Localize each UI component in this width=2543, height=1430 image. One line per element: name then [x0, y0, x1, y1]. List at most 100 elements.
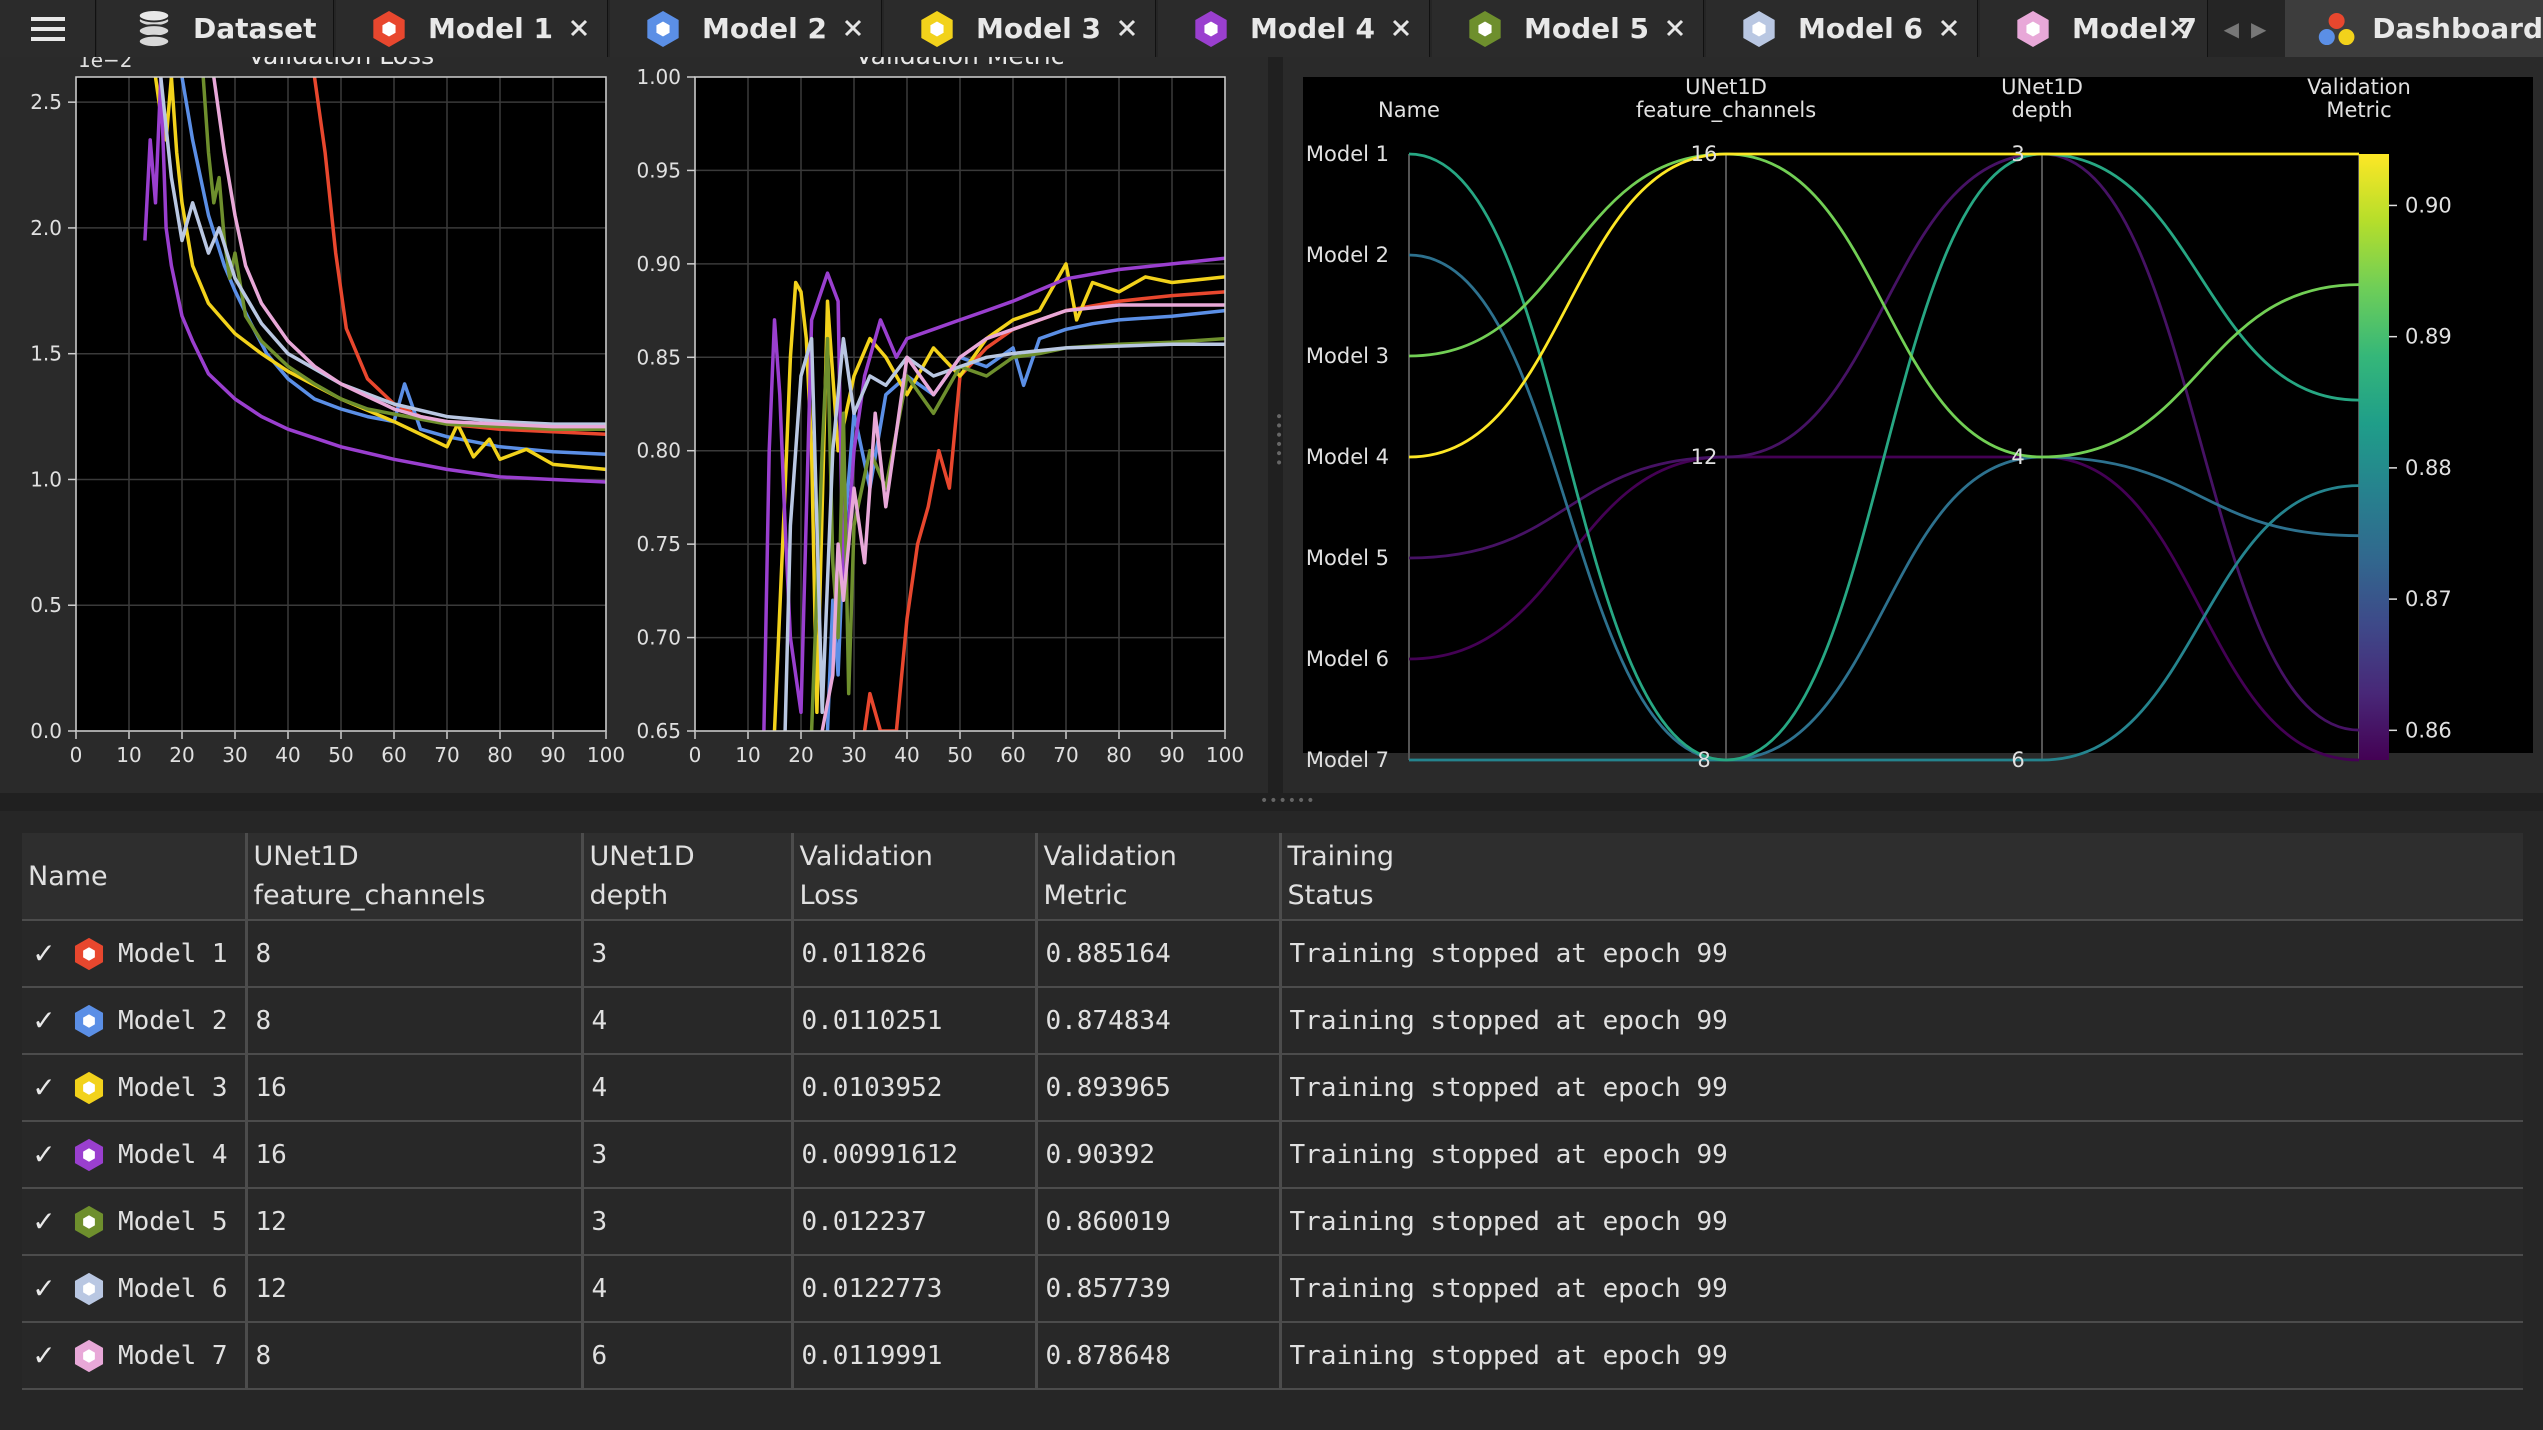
name-cell[interactable]: ✓ Model 6: [22, 1255, 248, 1323]
column-header[interactable]: Training Status: [1280, 833, 2523, 921]
name-cell[interactable]: ✓ Model 7: [22, 1322, 248, 1390]
axis-title: Metric: [2326, 98, 2391, 122]
tab-dashboard[interactable]: Dashboard: [2285, 0, 2543, 57]
tab-model-4[interactable]: Model 4: [1158, 0, 1430, 57]
hexagon-icon: [373, 10, 405, 47]
table-row[interactable]: ✓ Model 4 16 3 0.00991612 0.90392 Training sto…: [22, 1121, 2523, 1189]
hexagon-icon: [74, 1138, 104, 1171]
visibility-checkbox[interactable]: ✓: [22, 1071, 66, 1104]
column-header[interactable]: UNet1D feature_channels: [246, 833, 584, 921]
depth-cell: 4: [582, 987, 794, 1055]
close-icon[interactable]: [837, 12, 869, 44]
y-tick-label: 0.5: [30, 593, 62, 617]
vertical-splitter[interactable]: ••••••: [1268, 57, 1286, 793]
colorbar-tick-label: 0.90: [2405, 193, 2452, 217]
name-cell[interactable]: ✓ Model 1: [22, 920, 248, 988]
depth-tick-label: 6: [2011, 748, 2024, 772]
tab-label: Model 4: [1250, 12, 1375, 45]
visibility-checkbox[interactable]: ✓: [22, 1205, 66, 1238]
table-row[interactable]: ✓ Model 3 16 4 0.0103952 0.893965 Training sto…: [22, 1054, 2523, 1122]
column-header[interactable]: UNet1D depth: [582, 833, 794, 921]
tab-model-7[interactable]: Model 7: [1980, 0, 2208, 57]
feature-channels-tick-label: 8: [1697, 748, 1710, 772]
x-tick-label: 80: [1106, 743, 1131, 767]
name-cell[interactable]: ✓ Model 4: [22, 1121, 248, 1189]
validation-metric-cell: 0.857739: [1036, 1255, 1282, 1323]
close-icon[interactable]: [2163, 12, 2195, 44]
y-tick-label: 0.65: [636, 719, 681, 743]
feature-channels-cell: 12: [246, 1188, 584, 1256]
scroll-right-icon[interactable]: ▶: [2251, 17, 2266, 41]
close-icon[interactable]: [1111, 12, 1143, 44]
close-icon[interactable]: [1385, 12, 1417, 44]
close-icon[interactable]: [563, 12, 595, 44]
hexagon-icon: [74, 1071, 104, 1104]
feature-channels-cell: 16: [246, 1054, 584, 1122]
hexagon-icon: [1469, 10, 1501, 47]
feature-channels-cell: 16: [246, 1121, 584, 1189]
training-status-cell: Training stopped at epoch 99: [1280, 1322, 2523, 1390]
tab-dataset[interactable]: Dataset: [97, 0, 334, 57]
table-row[interactable]: ✓ Model 2 8 4 0.0110251 0.874834 Training stop…: [22, 987, 2523, 1055]
close-icon[interactable]: [1933, 12, 1965, 44]
validation-loss-cell: 0.0119991: [792, 1322, 1038, 1390]
name-cell[interactable]: ✓ Model 3: [22, 1054, 248, 1122]
colorbar-tick-label: 0.89: [2405, 325, 2452, 349]
visibility-checkbox[interactable]: ✓: [22, 1004, 66, 1037]
y-tick-label: 0.90: [636, 252, 681, 276]
axis-title: feature_channels: [1636, 98, 1816, 123]
scroll-left-icon[interactable]: ◀: [2224, 17, 2239, 41]
close-icon[interactable]: [1659, 12, 1691, 44]
column-header[interactable]: Name: [22, 833, 248, 921]
visibility-checkbox[interactable]: ✓: [22, 1272, 66, 1305]
feature-channels-cell: 8: [246, 920, 584, 988]
y-tick-label: 1.00: [636, 65, 681, 89]
tab-model-6[interactable]: Model 6: [1706, 0, 1978, 57]
validation-metric-cell: 0.860019: [1036, 1188, 1282, 1256]
tab-model-2[interactable]: Model 2: [610, 0, 882, 57]
database-icon: [137, 9, 171, 48]
line-chart-1: 0 10 20 30 40 50 60 70 80 90 100 0.0 0.5 1.0 1.5 2.0 2.5…: [30, 41, 625, 767]
tab-model-3[interactable]: Model 3: [884, 0, 1156, 57]
name-cell[interactable]: ✓ Model 2: [22, 987, 248, 1055]
hexagon-icon: [74, 937, 104, 970]
tab-model-5[interactable]: Model 5: [1432, 0, 1704, 57]
x-tick-label: 10: [116, 743, 141, 767]
tab-model-1[interactable]: Model 1: [336, 0, 608, 57]
hexagon-icon: [2017, 10, 2049, 47]
y-tick-label: 0.80: [636, 439, 681, 463]
visibility-checkbox[interactable]: ✓: [22, 1339, 66, 1372]
model-name: Model 2: [118, 1005, 228, 1036]
menu-button[interactable]: [0, 0, 96, 57]
validation-metric-cell: 0.885164: [1036, 920, 1282, 988]
training-status-cell: Training stopped at epoch 99: [1280, 920, 2523, 988]
visibility-checkbox[interactable]: ✓: [22, 1138, 66, 1171]
table-row[interactable]: ✓ Model 5 12 3 0.012237 0.860019 Training stop…: [22, 1188, 2523, 1256]
validation-loss-cell: 0.0103952: [792, 1054, 1038, 1122]
colorbar: [2359, 154, 2389, 760]
axis-offset-label: 1e−2: [78, 57, 133, 72]
validation-metric-cell: 0.878648: [1036, 1322, 1282, 1390]
hamburger-icon: [30, 16, 65, 41]
validation-loss-cell: 0.0110251: [792, 987, 1038, 1055]
models-table-panel: Name UNet1D feature_channels UNet1D depth Val…: [0, 811, 2543, 1430]
horizontal-splitter[interactable]: ••••••: [0, 793, 2543, 811]
column-header[interactable]: Validation Metric: [1036, 833, 1282, 921]
name-tick-label: Model 6: [1306, 647, 1389, 671]
table-row[interactable]: ✓ Model 1 8 3 0.011826 0.885164 Training stopp…: [22, 920, 2523, 988]
axis-title: UNet1D: [2001, 75, 2083, 99]
column-header[interactable]: Validation Loss: [792, 833, 1038, 921]
table-row[interactable]: ✓ Model 6 12 4 0.0122773 0.857739 Training sto…: [22, 1255, 2523, 1323]
depth-cell: 4: [582, 1255, 794, 1323]
axis-title: depth: [2011, 98, 2072, 122]
validation-metric-cell: 0.90392: [1036, 1121, 1282, 1189]
depth-cell: 4: [582, 1054, 794, 1122]
name-cell[interactable]: ✓ Model 5: [22, 1188, 248, 1256]
x-tick-label: 10: [735, 743, 760, 767]
table-row[interactable]: ✓ Model 7 8 6 0.0119991 0.878648 Training stop…: [22, 1322, 2523, 1390]
hexagon-icon: [1743, 10, 1775, 47]
visibility-checkbox[interactable]: ✓: [22, 937, 66, 970]
tab-scroll-controls: ◀ ▶: [2210, 0, 2280, 57]
parallel-coordinates-figure: NameUNet1Dfeature_channelsUNet1DdepthVal…: [1303, 75, 2533, 772]
validation-loss-cell: 0.011826: [792, 920, 1038, 988]
